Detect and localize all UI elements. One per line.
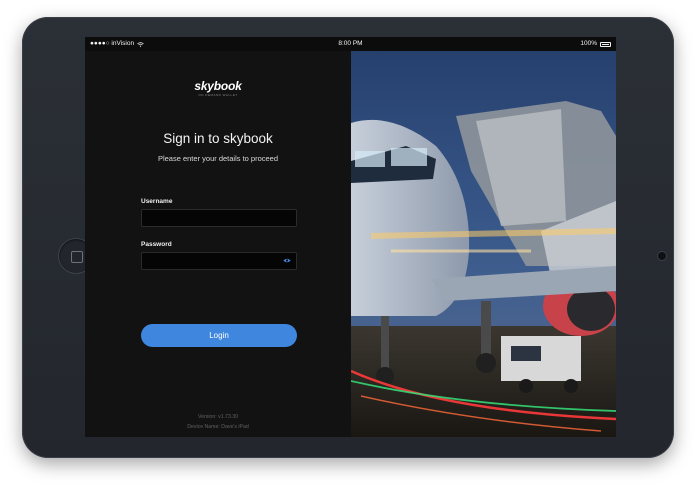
page-subtitle: Please enter your details to proceed	[157, 154, 279, 163]
battery-icon	[600, 41, 611, 47]
page-title: Sign in to skybook	[163, 131, 273, 146]
login-panel: skybook ON DEMAND WALLET Sign in to skyb…	[85, 51, 351, 437]
device-name-label: Device Name: Dave's iPad	[187, 424, 249, 430]
front-camera	[658, 252, 666, 260]
status-right: 100%	[580, 37, 611, 51]
brand-tagline: ON DEMAND WALLET	[198, 93, 238, 97]
status-bar: ●●●●○ inVision 8:00 PM 100%	[85, 37, 616, 51]
eye-icon[interactable]	[283, 258, 291, 263]
password-input[interactable]	[141, 252, 297, 270]
home-button-icon	[71, 251, 83, 263]
username-input[interactable]	[141, 209, 297, 227]
battery-percent: 100%	[580, 40, 597, 47]
screen: ●●●●○ inVision 8:00 PM 100% skybook ON D…	[85, 37, 616, 437]
password-label: Password	[141, 241, 172, 248]
airplane-photo	[351, 51, 616, 437]
status-time: 8:00 PM	[338, 40, 363, 47]
brand-logo: skybook	[194, 79, 242, 93]
login-button[interactable]: Login	[141, 324, 297, 347]
page: ●●●●○ inVision 8:00 PM 100% skybook ON D…	[0, 0, 696, 484]
version-label: Version: v1.73.30	[197, 414, 239, 420]
username-label: Username	[141, 198, 173, 205]
